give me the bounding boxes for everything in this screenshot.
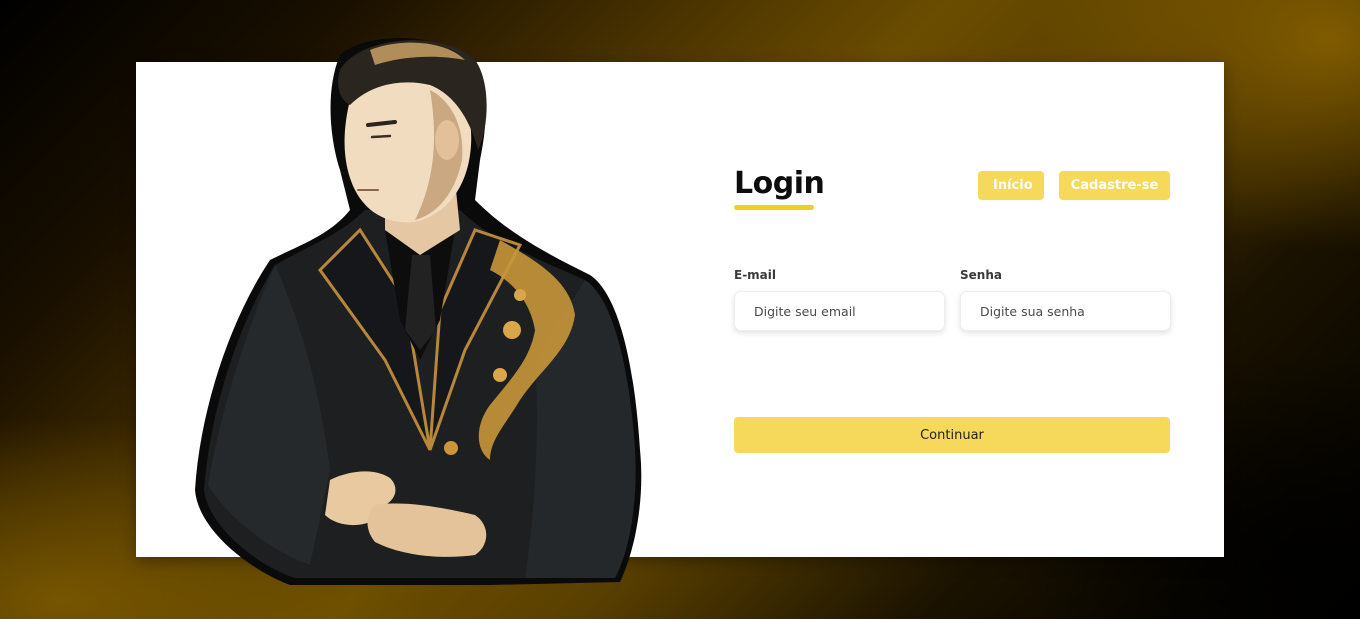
email-input[interactable] — [734, 291, 945, 331]
password-field-group: Senha — [960, 268, 1171, 331]
continue-button[interactable]: Continuar — [734, 417, 1170, 453]
title-underline — [734, 205, 814, 210]
page-title: Login — [734, 166, 825, 201]
man-in-suit-illustration — [195, 37, 642, 586]
home-button[interactable]: Início — [978, 171, 1044, 200]
password-label: Senha — [960, 268, 1002, 282]
password-input[interactable] — [960, 291, 1171, 331]
login-title-block: Login — [734, 166, 825, 210]
email-field-group: E-mail — [734, 268, 945, 331]
email-label: E-mail — [734, 268, 777, 282]
signup-button[interactable]: Cadastre-se — [1059, 171, 1170, 200]
